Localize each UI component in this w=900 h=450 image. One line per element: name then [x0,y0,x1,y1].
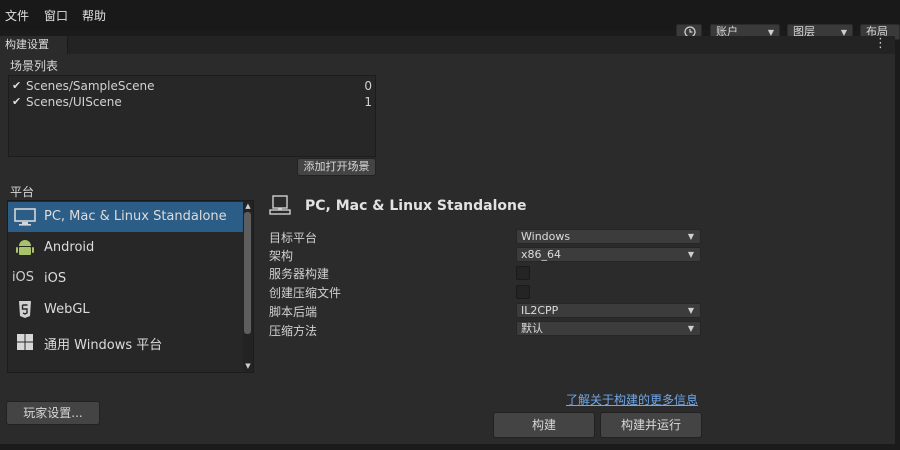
platform-item-label: iOS [44,271,67,286]
platform-item-label: WebGL [44,302,90,317]
scene-index: 0 [364,79,372,93]
scripting-backend-label: 脚本后端 [269,305,318,319]
scene-index: 1 [364,95,372,109]
scene-name: Scenes/SampleScene [26,79,155,93]
architecture-value: x86_64 [521,248,562,261]
menu-window[interactable]: 窗口 [44,7,68,24]
scripting-backend-dropdown[interactable]: IL2CPP ▼ [516,303,701,318]
menu-bar: 文件 窗口 帮助 账户 ▼ 图层 ▼ 布局 [0,0,900,40]
compression-value: 默认 [521,322,543,335]
standalone-platform-icon [269,194,291,218]
scripting-backend-value: IL2CPP [521,304,559,317]
scenes-label: 场景列表 [10,59,59,73]
windows-icon [12,332,38,352]
platform-item-ios[interactable]: iOS iOS [8,264,245,294]
android-icon [12,238,38,258]
chevron-down-icon: ▼ [687,250,694,259]
build-and-run-button[interactable]: 构建并运行 [600,412,702,438]
platform-label: 平台 [10,185,35,199]
architecture-label: 架构 [269,249,294,263]
target-platform-value: Windows [521,230,571,243]
scene-row[interactable]: ✔ Scenes/SampleScene 0 [9,78,375,94]
platform-item-label: Android [44,240,95,255]
scroll-up-icon[interactable]: ▲ [243,201,253,211]
chevron-down-icon: ▼ [687,306,694,315]
menu-file[interactable]: 文件 [5,7,29,24]
tab-build-settings[interactable]: 构建设置 [0,36,68,54]
checkmark-icon[interactable]: ✔ [12,94,21,110]
ios-icon: iOS [11,270,35,285]
scene-row[interactable]: ✔ Scenes/UIScene 1 [9,94,375,110]
platform-item-webgl[interactable]: WebGL [8,295,245,325]
menu-help[interactable]: 帮助 [82,7,106,24]
chevron-down-icon: ▼ [687,232,694,241]
server-build-label: 服务器构建 [269,267,330,281]
window-menu-icon[interactable]: ⋮ [874,37,887,50]
checkmark-icon[interactable]: ✔ [12,78,21,94]
target-platform-label: 目标平台 [269,231,318,245]
build-button[interactable]: 构建 [493,412,595,438]
compression-label: 压缩方法 [269,324,318,338]
html5-icon [12,300,38,320]
compression-dropdown[interactable]: 默认 ▼ [516,321,701,336]
platform-item-label: 通用 Windows 平台 [44,338,163,353]
server-build-checkbox[interactable] [516,266,530,280]
player-settings-button[interactable]: 玩家设置... [6,401,100,425]
tab-bar [0,36,895,54]
platform-list[interactable]: PC, Mac & Linux Standalone Android iOS i… [7,200,254,373]
scene-name: Scenes/UIScene [26,95,122,109]
platform-title: PC, Mac & Linux Standalone [305,198,527,214]
learn-more-link[interactable]: 了解关于构建的更多信息 [566,391,698,408]
platform-item-android[interactable]: Android [8,233,245,263]
architecture-dropdown[interactable]: x86_64 ▼ [516,247,701,262]
scroll-down-icon[interactable]: ▼ [243,361,253,371]
compressed-checkbox[interactable] [516,285,530,299]
add-open-scenes-button[interactable]: 添加打开场景 [297,158,376,176]
chevron-down-icon: ▼ [687,324,694,333]
scene-list[interactable]: ✔ Scenes/SampleScene 0 ✔ Scenes/UIScene … [8,75,376,157]
monitor-icon [12,207,38,227]
target-platform-dropdown[interactable]: Windows ▼ [516,229,701,244]
platform-item-uwp[interactable]: 通用 Windows 平台 [8,327,245,357]
compressed-label: 创建压缩文件 [269,286,342,300]
scrollbar-thumb[interactable] [244,212,251,334]
platform-item-label: PC, Mac & Linux Standalone [44,209,227,224]
platform-item-standalone[interactable]: PC, Mac & Linux Standalone [8,202,245,232]
